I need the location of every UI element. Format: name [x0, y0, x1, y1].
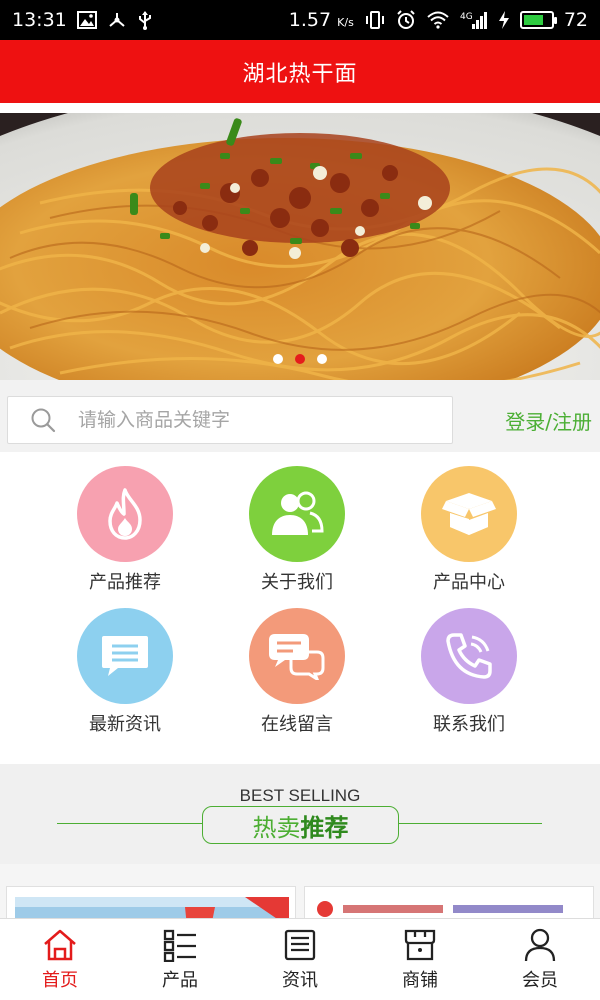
feature-online-message[interactable]: 在线留言: [227, 608, 367, 736]
product-list: [0, 864, 600, 920]
tab-label: 商铺: [402, 969, 438, 991]
feature-label: 产品推荐: [89, 572, 161, 593]
network-type: 4G: [460, 12, 473, 22]
carousel-dot[interactable]: [317, 354, 327, 364]
carousel-indicators[interactable]: [0, 354, 600, 364]
best-selling-section: BEST SELLING 热卖 推荐: [0, 764, 600, 864]
tab-products[interactable]: 产品: [120, 919, 240, 1000]
product-image: [313, 897, 587, 920]
feature-circle: [421, 466, 517, 562]
login-register-link[interactable]: 登录/注册: [505, 406, 592, 435]
flame-icon: [108, 488, 142, 540]
app-header: 湖北热干面: [0, 40, 600, 103]
status-left: 13:31: [12, 9, 153, 31]
feature-latest-news[interactable]: 最新资讯: [55, 608, 195, 736]
header-divider: [0, 103, 600, 113]
list-icon: [163, 929, 196, 962]
phone-icon: [446, 633, 492, 679]
store-icon: [404, 929, 436, 960]
tab-member[interactable]: 会员: [480, 919, 600, 1000]
network-speed: 1.57 K/s: [289, 9, 354, 31]
news-icon: [284, 929, 316, 960]
users-icon: [272, 491, 324, 535]
wifi-icon: [426, 11, 450, 29]
tab-store[interactable]: 商铺: [360, 919, 480, 1000]
page-title: 湖北热干面: [242, 61, 358, 87]
banner-carousel[interactable]: [0, 113, 600, 380]
best-selling-badge: 热卖 推荐: [202, 806, 399, 844]
search-input[interactable]: [78, 409, 408, 431]
alarm-icon: [396, 10, 416, 30]
tab-label: 首页: [42, 969, 78, 991]
tab-news[interactable]: 资讯: [240, 919, 360, 1000]
carousel-dot[interactable]: [295, 354, 305, 364]
feature-label: 产品中心: [433, 572, 505, 593]
tab-home[interactable]: 首页: [0, 919, 120, 1000]
feature-circle: [77, 466, 173, 562]
search-bar-row: 登录/注册: [0, 380, 600, 452]
product-card[interactable]: [304, 886, 594, 920]
best-selling-title-b: 推荐: [300, 813, 349, 842]
feature-circle: [421, 608, 517, 704]
chat-icon: [269, 634, 325, 680]
banner-image: [0, 113, 600, 380]
feature-label: 在线留言: [261, 714, 333, 735]
vibrate-icon: [364, 11, 386, 29]
status-bar: 13:31 1.57 K/s 4G 72: [0, 0, 600, 40]
tab-label: 资讯: [282, 969, 318, 991]
home-icon: [44, 929, 76, 960]
best-selling-title-en: BEST SELLING: [239, 786, 361, 805]
feature-circle: [249, 466, 345, 562]
status-time: 13:31: [12, 9, 67, 31]
speed-unit: K/s: [337, 16, 354, 29]
best-selling-title-a: 热卖: [252, 813, 301, 842]
feature-label: 联系我们: [433, 714, 505, 735]
feature-circle: [249, 608, 345, 704]
usb-icon: [137, 10, 153, 30]
status-right: 1.57 K/s 4G 72: [289, 9, 588, 31]
image-icon: [76, 11, 97, 29]
charging-icon: [498, 10, 510, 30]
product-card[interactable]: [6, 886, 296, 920]
feature-grid: 产品推荐 关于我们 产品中心 最新资讯 在线留言 联系我们: [0, 452, 600, 764]
bottom-tab-bar: 首页 产品 资讯 商铺 会员: [0, 918, 600, 1000]
feature-contact-us[interactable]: 联系我们: [399, 608, 539, 736]
battery-icon: [519, 11, 557, 29]
product-image: [15, 897, 289, 920]
feature-product-recommend[interactable]: 产品推荐: [55, 466, 195, 594]
message-icon: [102, 636, 148, 676]
feature-circle: [77, 608, 173, 704]
share-icon: [107, 11, 127, 29]
divider-left: [57, 823, 202, 824]
speed-value: 1.57: [288, 9, 332, 31]
divider-right: [399, 823, 542, 824]
search-icon: [31, 408, 56, 433]
carousel-dot[interactable]: [273, 354, 283, 364]
feature-label: 最新资讯: [89, 714, 161, 735]
feature-label: 关于我们: [261, 572, 333, 593]
battery-level: [523, 15, 543, 25]
tab-label: 会员: [522, 969, 558, 991]
user-icon: [524, 928, 556, 961]
feature-about-us[interactable]: 关于我们: [227, 466, 367, 594]
feature-product-center[interactable]: 产品中心: [399, 466, 539, 594]
battery-percent: 72: [563, 9, 588, 31]
signal-icon: 4G: [460, 10, 488, 30]
search-box[interactable]: [7, 396, 453, 444]
tab-label: 产品: [162, 969, 198, 991]
box-icon: [442, 493, 496, 535]
